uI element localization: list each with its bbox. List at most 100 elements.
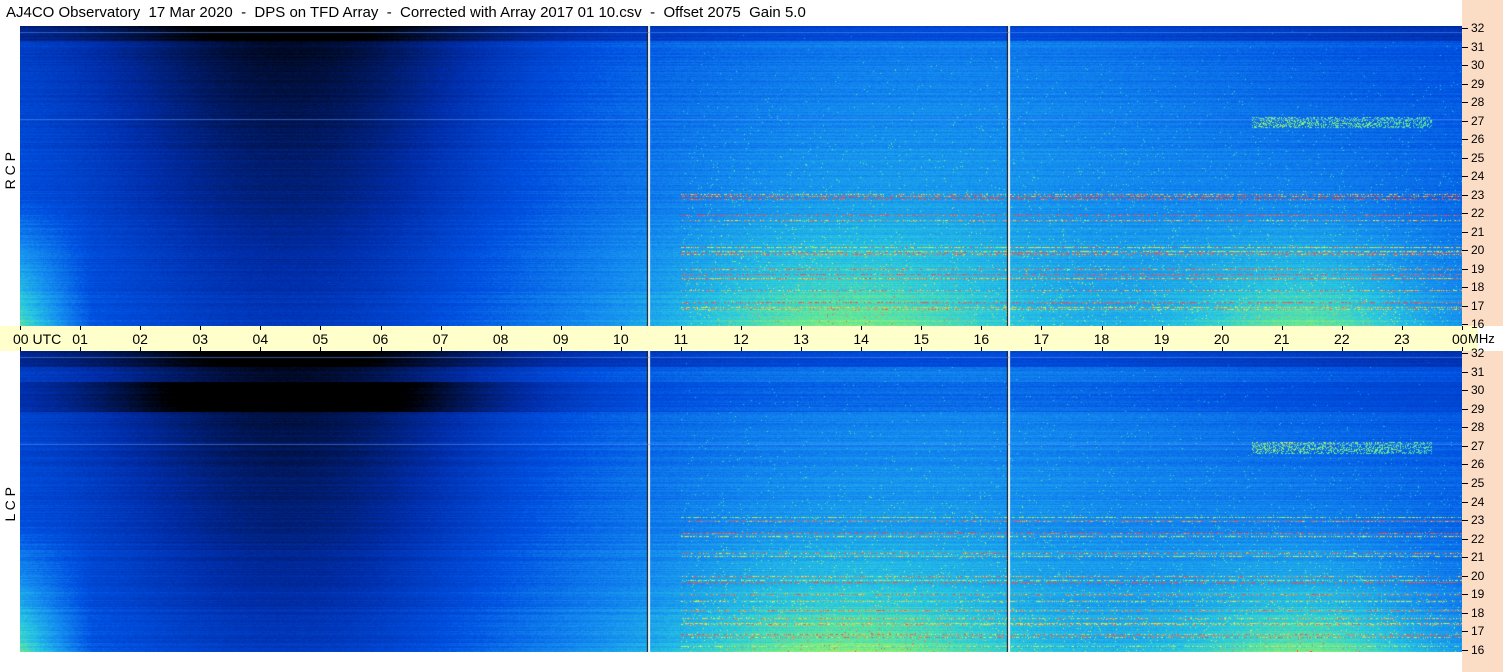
bottom-margin (0, 652, 1462, 672)
freq-tick (1462, 390, 1468, 392)
time-tick-label: 00 UTC (13, 331, 62, 347)
time-tick-label: 00 (1452, 331, 1468, 347)
freq-tick (1462, 28, 1468, 29)
time-tick-label: 02 (132, 331, 148, 347)
freq-tick-label: 19 (1471, 587, 1485, 602)
time-tick (320, 326, 322, 330)
freq-tick (1462, 139, 1468, 140)
freq-tick (1462, 612, 1468, 614)
freq-tick-label: 24 (1471, 169, 1485, 183)
rcp-freq-axis: 32 31 30 29 28 27 26 25 24 23 22 21 20 19 18 17 16 (1462, 22, 1503, 330)
lcp-label-text: L C P (2, 487, 18, 522)
freq-tick (1462, 324, 1468, 325)
freq-tick-label: 20 (1471, 243, 1485, 257)
freq-tick (1462, 427, 1468, 429)
time-tick (500, 326, 502, 330)
time-tick-label: 12 (733, 331, 749, 347)
time-tick (1101, 326, 1103, 330)
freq-tick (1462, 83, 1468, 85)
freq-tick-label: 16 (1471, 643, 1485, 657)
time-tick-label: 18 (1093, 331, 1110, 347)
time-tick-label: 14 (853, 331, 869, 347)
time-tick-label: 13 (793, 331, 809, 347)
freq-tick (1462, 231, 1468, 233)
freq-tick-label: 17 (1471, 298, 1485, 313)
freq-tick (1462, 250, 1468, 251)
freq-tick-label: 31 (1471, 364, 1485, 379)
freq-tick (1462, 120, 1468, 122)
time-tick (560, 326, 562, 330)
time-tick-label: 20 (1213, 331, 1230, 347)
window-title: AJ4CO Observatory 17 Mar 2020 - DPS on T… (0, 0, 1462, 26)
time-tick-label: 21 (1273, 331, 1290, 347)
freq-tick-label: 16 (1471, 317, 1485, 331)
time-tick (1161, 326, 1163, 330)
freq-tick (1462, 371, 1468, 373)
time-tick-label: 19 (1153, 331, 1170, 347)
time-tick (741, 326, 742, 330)
freq-tick (1462, 268, 1468, 270)
freq-tick (1462, 194, 1468, 196)
lcp-spectrogram (20, 351, 1462, 652)
freq-unit-label: MHz (1468, 331, 1495, 346)
time-tick (260, 326, 262, 330)
time-axis: 00 UTC 01 02 03 04 05 06 07 08 09 10 11 12 13 14 15 16 17… (0, 326, 1478, 351)
time-tick (20, 326, 21, 330)
freq-tick-label: 25 (1471, 150, 1485, 165)
freq-tick-label: 30 (1471, 383, 1485, 398)
freq-tick-label: 32 (1471, 346, 1485, 360)
freq-tick-label: 27 (1471, 438, 1485, 453)
time-tick-label: 15 (913, 331, 930, 347)
freq-tick-label: 17 (1471, 624, 1485, 639)
time-tick-label: 16 (973, 331, 990, 347)
freq-tick (1462, 408, 1468, 410)
freq-tick (1462, 650, 1468, 651)
time-tick-label: 07 (432, 331, 449, 347)
time-tick-label: 04 (252, 331, 269, 347)
time-tick-label: 03 (192, 331, 209, 347)
freq-tick-label: 27 (1471, 113, 1485, 128)
freq-tick-label: 32 (1471, 21, 1485, 35)
time-tick-label: 11 (673, 331, 689, 347)
time-tick (861, 326, 863, 330)
freq-tick-label: 18 (1471, 605, 1485, 620)
time-tick (921, 326, 923, 330)
time-tick-label: 23 (1394, 331, 1410, 347)
freq-tick (1462, 464, 1468, 466)
time-tick (440, 326, 442, 330)
freq-tick-label: 31 (1471, 39, 1485, 54)
time-tick (680, 326, 682, 330)
time-tick-label: 22 (1334, 331, 1350, 347)
rcp-spectrogram (20, 26, 1462, 326)
freq-tick (1462, 65, 1468, 66)
freq-tick (1462, 538, 1468, 540)
time-tick-label: 10 (613, 331, 629, 347)
time-tick (140, 326, 142, 330)
freq-tick (1462, 102, 1468, 103)
time-tick (1401, 326, 1403, 330)
freq-tick-label: 28 (1471, 420, 1485, 435)
rcp-label: R C P (0, 120, 20, 205)
freq-tick (1462, 482, 1468, 484)
freq-tick (1462, 520, 1468, 522)
freq-tick-label: 21 (1471, 550, 1485, 565)
time-tick (1221, 326, 1223, 330)
time-tick (1462, 326, 1463, 330)
freq-tick (1462, 594, 1468, 596)
freq-tick-label: 18 (1471, 280, 1485, 294)
freq-tick-label: 24 (1471, 494, 1485, 509)
rcp-label-text: R C P (2, 152, 18, 190)
time-tick (80, 326, 82, 330)
freq-tick-label: 20 (1471, 568, 1485, 583)
time-tick-label: 05 (312, 331, 329, 347)
time-tick-label: 06 (372, 331, 389, 347)
time-tick (981, 326, 983, 330)
freq-tick (1462, 557, 1468, 559)
freq-tick-label: 30 (1471, 58, 1485, 72)
lcp-freq-axis: 32 31 30 29 28 27 26 25 24 23 22 21 20 19 18 17 16 (1462, 347, 1503, 672)
time-tick (380, 326, 382, 330)
freq-tick (1462, 445, 1468, 447)
time-tick (620, 326, 622, 330)
freq-tick-label: 22 (1471, 206, 1485, 220)
freq-tick (1462, 287, 1468, 288)
